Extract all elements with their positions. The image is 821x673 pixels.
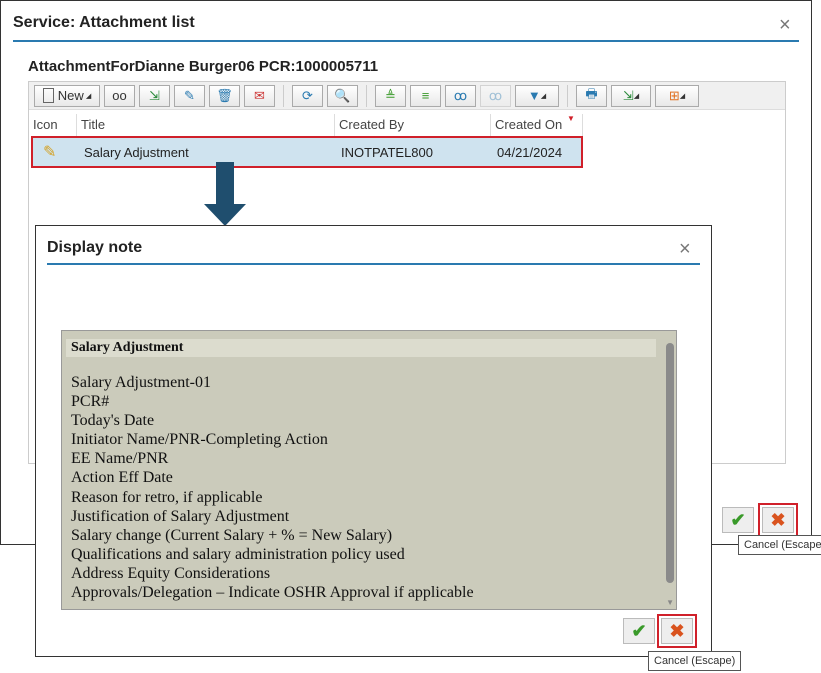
pencil-icon: ✎ bbox=[184, 87, 195, 103]
note-line: Action Eff Date bbox=[71, 469, 173, 487]
down-arrow-icon bbox=[204, 162, 246, 226]
note-line: Initiator Name/PNR-Completing Action bbox=[71, 431, 328, 449]
import-button[interactable]: ⇲ bbox=[139, 84, 170, 107]
note-line: Qualifications and salary administration… bbox=[71, 545, 405, 563]
layout-button[interactable]: ⊞ ◢ bbox=[655, 84, 699, 107]
note-line: Address Equity Considerations bbox=[71, 564, 271, 582]
display-glasses-button[interactable]: oo bbox=[104, 84, 135, 107]
print-button[interactable]: 🖶 bbox=[576, 84, 607, 107]
note-line: Approvals/Delegation – Indicate OSHR App… bbox=[71, 584, 474, 602]
export-icon: ⇲ bbox=[622, 87, 634, 103]
attachment-subtitle: AttachmentForDianne Burger06 PCR:1000005… bbox=[28, 58, 379, 75]
document-icon bbox=[42, 88, 54, 103]
scrollbar[interactable] bbox=[666, 343, 674, 583]
glasses-icon: oo bbox=[112, 88, 127, 103]
cancel-button-highlight: ✖ bbox=[758, 503, 798, 537]
trash-icon: 🗑 bbox=[216, 87, 233, 103]
title-divider bbox=[47, 263, 700, 265]
note-line: EE Name/PNR bbox=[71, 450, 169, 468]
cancel-button-highlight: ✖ bbox=[657, 614, 697, 648]
note-line: PCR# bbox=[71, 393, 110, 411]
sort-ascending-icon: ≜ bbox=[385, 87, 396, 103]
toolbar: New ◢ oo ⇲ ✎ 🗑 ✉ ⟳ 🔍 ≜ ≡ ꝏ ꝏ ▼ ◢ 🖶 ⇲ ◢ ⊞ ◢ bbox=[29, 82, 785, 110]
new-label: New bbox=[57, 88, 84, 103]
column-header-title[interactable]: Title bbox=[77, 114, 335, 136]
edit-button[interactable]: ✎ bbox=[174, 84, 205, 107]
note-line: Salary Adjustment-01 bbox=[71, 374, 211, 391]
new-button[interactable]: New ◢ bbox=[34, 84, 100, 107]
ok-button[interactable]: ✔ bbox=[722, 507, 754, 533]
import-icon: ⇲ bbox=[149, 87, 160, 103]
cancel-tooltip: Cancel (Escape) bbox=[738, 535, 821, 555]
title-divider bbox=[13, 40, 799, 42]
row-title: Salary Adjustment bbox=[84, 145, 189, 160]
display-note-dialog: Display note × Salary Adjustment Salary … bbox=[35, 225, 712, 657]
search-icon: 🔍 bbox=[334, 87, 351, 103]
search-document-button[interactable]: 🔍 bbox=[327, 84, 358, 107]
cancel-tooltip: Cancel (Escape) bbox=[648, 651, 742, 671]
row-created-by: INOTPATEL800 bbox=[341, 145, 433, 160]
column-header-created-by[interactable]: Created By bbox=[335, 114, 491, 136]
document-details-button[interactable]: ✉ bbox=[244, 84, 275, 107]
document-details-icon: ✉ bbox=[254, 87, 265, 103]
dialog-title: Display note bbox=[47, 239, 143, 256]
note-icon: ✎ bbox=[43, 144, 57, 161]
note-line: Today's Date bbox=[71, 412, 155, 430]
find-next-button[interactable]: ꝏ bbox=[480, 84, 511, 107]
refresh-button[interactable]: ⟳ bbox=[292, 84, 323, 107]
sort-ascending-button[interactable]: ≜ bbox=[375, 84, 406, 107]
note-heading: Salary Adjustment bbox=[66, 339, 656, 357]
column-header-icon[interactable]: Icon bbox=[29, 114, 77, 136]
note-lines: Salary Adjustment-01 PCR# Today's Date Init… bbox=[71, 373, 474, 602]
refresh-icon: ⟳ bbox=[302, 87, 313, 103]
dialog-title: Service: Attachment list bbox=[13, 14, 195, 31]
ok-button[interactable]: ✔ bbox=[623, 618, 655, 644]
delete-button[interactable]: 🗑 bbox=[209, 84, 240, 107]
printer-icon: 🖶 bbox=[585, 85, 598, 101]
scroll-down-icon[interactable]: ▼ bbox=[666, 598, 674, 607]
cancel-button[interactable]: ✖ bbox=[762, 507, 794, 533]
note-text-area[interactable]: Salary Adjustment Salary Adjustment-01 PC… bbox=[61, 330, 677, 610]
sort-descending-icon: ≡ bbox=[421, 88, 430, 103]
grid-icon: ⊞ bbox=[668, 87, 680, 103]
close-icon[interactable]: × bbox=[779, 15, 791, 35]
note-line: Justification of Salary Adjustment bbox=[71, 507, 290, 525]
binoculars-icon: ꝏ bbox=[453, 87, 468, 103]
close-icon[interactable]: × bbox=[679, 239, 691, 259]
table-row[interactable]: ✎ Salary Adjustment INOTPATEL800 04/21/2… bbox=[31, 136, 583, 168]
row-created-on: 04/21/2024 bbox=[497, 145, 563, 160]
find-button[interactable]: ꝏ bbox=[445, 84, 476, 107]
filter-icon: ▼ bbox=[527, 88, 541, 103]
cancel-button[interactable]: ✖ bbox=[661, 618, 693, 644]
filter-button[interactable]: ▼ ◢ bbox=[515, 84, 559, 107]
sort-descending-button[interactable]: ≡ bbox=[410, 84, 441, 107]
note-line: Reason for retro, if applicable bbox=[71, 488, 263, 506]
note-line: Salary change (Current Salary + % = New … bbox=[71, 526, 393, 544]
sort-indicator-icon: ▼ bbox=[567, 114, 575, 123]
export-button[interactable]: ⇲ ◢ bbox=[611, 84, 651, 107]
binoculars-next-icon: ꝏ bbox=[488, 87, 503, 103]
